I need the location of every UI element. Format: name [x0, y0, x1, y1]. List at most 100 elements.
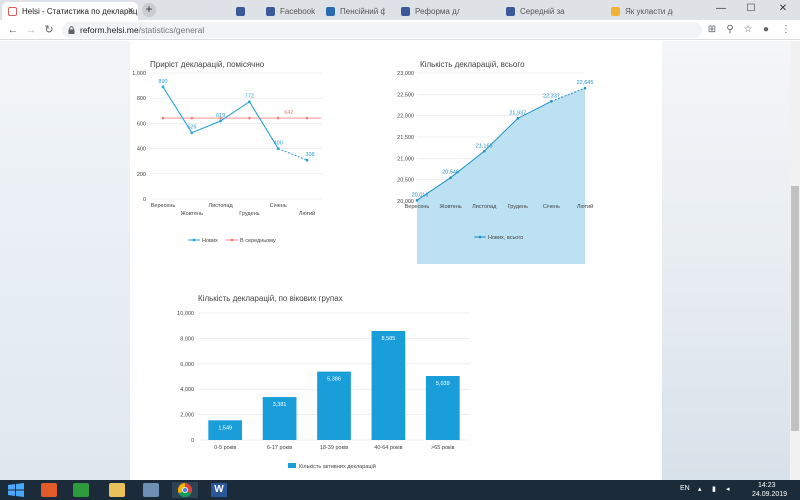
monthly-new-point: [276, 147, 280, 150]
favicon-icon: [506, 7, 515, 16]
total-legend-label: Нових, всього: [488, 235, 523, 241]
page-scrollbar[interactable]: [790, 41, 800, 480]
monthly-x-tick-label: Грудень: [239, 211, 260, 217]
network-icon[interactable]: ▮: [712, 485, 716, 493]
back-arrow-icon[interactable]: ←: [6, 23, 20, 37]
total-y-tick-label: 20,500: [397, 178, 414, 184]
monthly-y-tick-label: 0: [143, 197, 146, 203]
new-tab-button[interactable]: +: [142, 3, 156, 17]
age-bar-value-label: 8,585: [382, 336, 396, 342]
address-bar[interactable]: reform.helsi.me/statistics/general: [62, 22, 702, 38]
monthly-new-data-label: 308: [305, 152, 314, 158]
word-logo-icon: W: [211, 483, 227, 497]
age-bar-value-label: 5,386: [327, 377, 341, 383]
menu-dots-icon[interactable]: ⋮: [780, 24, 792, 36]
monthly-legend-new-label: Нових: [202, 238, 218, 244]
clock-time[interactable]: 14:23: [758, 482, 776, 489]
age-x-tick-label: 0-5 років: [214, 445, 236, 451]
total-y-tick-label: 22,000: [397, 114, 414, 120]
monthly-new-line-projection: [278, 148, 308, 161]
scrollbar-thumb[interactable]: [791, 186, 799, 431]
monthly-y-tick-label: 400: [137, 147, 146, 153]
monthly-average-point: [190, 116, 194, 120]
bookmark-star-icon[interactable]: ☆: [742, 24, 754, 36]
total-point: [516, 117, 520, 120]
age-y-tick-label: 4,000: [180, 387, 194, 393]
total-data-label: 20,546: [442, 170, 459, 176]
total-point: [550, 99, 553, 103]
monthly-new-point: [247, 100, 251, 104]
close-window-button[interactable]: ✕: [772, 0, 794, 20]
total-point: [482, 149, 486, 153]
maximize-button[interactable]: ☐: [740, 0, 762, 20]
monthly-new-point: [305, 158, 309, 162]
total-y-tick-label: 21,500: [397, 135, 414, 141]
zoom-icon[interactable]: ⚲: [724, 24, 736, 36]
minimize-button[interactable]: —: [710, 0, 732, 20]
volume-icon[interactable]: ◂: [726, 485, 730, 493]
start-button[interactable]: [2, 482, 30, 498]
monthly-x-tick-label: Січень: [270, 203, 287, 209]
tab-close-icon[interactable]: ✕: [127, 6, 134, 15]
total-data-label: 21,165: [476, 143, 493, 149]
tab-facebook[interactable]: Facebook: [260, 2, 320, 20]
chrome-taskbar-icon[interactable]: [172, 482, 198, 498]
monthly-new-data-label: 400: [274, 141, 283, 147]
monthly-new-point: [161, 85, 165, 89]
tab-title: Як укласти декларац: [625, 7, 673, 16]
total-x-tick-label: Грудень: [508, 204, 529, 210]
taskbar-app-1-icon[interactable]: [36, 482, 62, 498]
age-bar-value-label: 5,039: [436, 381, 450, 387]
age-bar-value-label: 3,381: [273, 402, 287, 408]
total-data-label: 20,016: [412, 192, 429, 198]
age-y-tick-label: 6,000: [180, 362, 194, 368]
tab-salary[interactable]: Середній зарп - Реф: [500, 2, 565, 20]
monthly-average-point: [161, 116, 165, 120]
browser-toolbar: ← → ↻ reform.helsi.me/statistics/general…: [0, 20, 800, 40]
age-y-tick-label: 10,000: [177, 311, 194, 317]
profile-icon[interactable]: ●: [760, 24, 772, 36]
monthly-x-tick-label: Листопад: [208, 203, 233, 209]
total-point: [449, 176, 452, 180]
monthly-new-data-label: 772: [245, 94, 254, 100]
reload-icon[interactable]: ↻: [42, 23, 56, 37]
monthly-new-point: [219, 119, 222, 123]
monthly-y-tick-label: 600: [137, 121, 146, 127]
total-point: [583, 86, 587, 90]
tab-reform[interactable]: Реформа для медичн: [395, 2, 460, 20]
favicon-icon: [326, 7, 335, 16]
taskbar-app-3-icon[interactable]: [104, 482, 130, 498]
monthly-new-point: [190, 131, 194, 135]
monthly-average-point: [305, 116, 309, 120]
monthly-average-point: [276, 116, 280, 120]
tab-title: Реформа для медичн: [415, 7, 460, 16]
monthly-y-tick-label: 800: [137, 96, 146, 102]
background-image-left: [0, 41, 130, 480]
word-taskbar-icon[interactable]: W: [206, 482, 232, 498]
monthly-new-data-label: 619: [216, 113, 225, 119]
tray-arrow-icon[interactable]: ▴: [698, 485, 702, 493]
facebook-icon: [266, 7, 275, 16]
translate-icon[interactable]: ⊞: [706, 24, 718, 36]
url-path: /statistics/general: [138, 25, 205, 35]
total-y-tick-label: 23,000: [397, 71, 414, 77]
tab-bar: Helsi - Статистика по декларації ✕ + Fac…: [0, 0, 800, 20]
language-indicator[interactable]: EN: [680, 485, 690, 492]
monthly-new-data-label: 526: [187, 125, 196, 131]
monthly-average-label: 642: [284, 110, 293, 116]
monthly-legend-average-marker: [230, 238, 234, 242]
tab-declaration[interactable]: Як укласти декларац: [605, 2, 673, 20]
clock-date[interactable]: 24.09.2019: [752, 491, 787, 498]
monthly-legend-new-marker: [192, 238, 196, 242]
statistics-content: Приріст декларацій, помісячно Кількість …: [130, 41, 662, 480]
tab-pension[interactable]: Пенсійний фонд Україн: [320, 2, 385, 20]
favicon-icon: [401, 7, 410, 16]
forward-arrow-icon[interactable]: →: [24, 23, 38, 37]
taskbar-app-4-icon[interactable]: [138, 482, 164, 498]
total-data-label: 21,937: [509, 110, 526, 116]
tab-helsi[interactable]: Helsi - Статистика по декларації ✕: [2, 2, 138, 20]
lock-icon: [68, 26, 75, 34]
age-x-tick-label: >65 років: [431, 445, 455, 451]
total-y-tick-label: 22,500: [397, 92, 414, 98]
taskbar-app-2-icon[interactable]: [68, 482, 94, 498]
